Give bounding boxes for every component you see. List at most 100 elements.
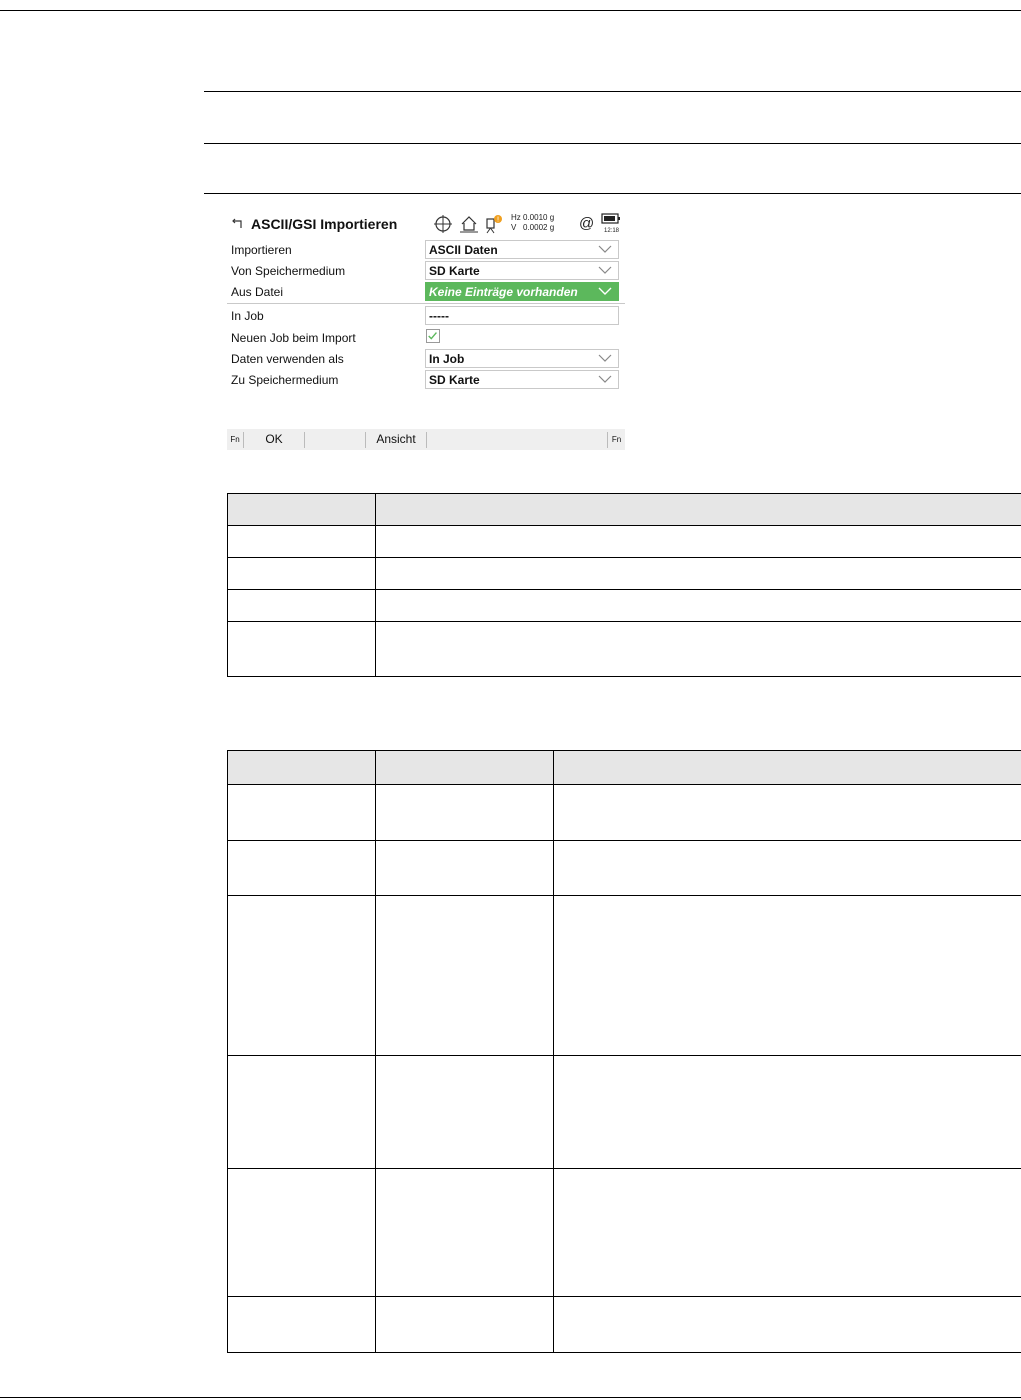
description-table-2 [227, 750, 1021, 1353]
softkey-empty[interactable] [305, 429, 365, 450]
field-separator [227, 303, 625, 304]
hz-angle: Hz 0.0010 g [511, 213, 555, 222]
neuen-job-checkbox[interactable] [426, 329, 440, 343]
table-cell [375, 784, 554, 841]
field-in-job: In Job ----- [227, 306, 625, 327]
field-value: SD Karte [429, 373, 480, 387]
table-cell [553, 1296, 1021, 1353]
table-cell [553, 1055, 1021, 1169]
table-cell [375, 840, 554, 896]
table-cell [375, 895, 554, 1056]
description-table-1 [227, 493, 1021, 677]
table-row [227, 1055, 1021, 1169]
page-title: ASCII/GSI Importieren [251, 216, 398, 232]
table-cell [375, 493, 1021, 526]
table-cell [227, 1168, 376, 1297]
table-cell [227, 840, 376, 896]
clock-time: 12:18 [604, 228, 620, 234]
table-cell [553, 750, 1021, 785]
field-label: Zu Speichermedium [231, 373, 339, 387]
field-label: Aus Datei [231, 285, 284, 299]
table-row [227, 895, 1021, 1056]
field-neuen-job: Neuen Job beim Import [227, 328, 625, 349]
in-job-input[interactable]: ----- [425, 306, 619, 325]
section-rule-1 [204, 91, 1021, 92]
table-cell [227, 557, 376, 590]
table-cell [227, 621, 376, 677]
home-icon[interactable] [459, 214, 479, 234]
table-cell [553, 895, 1021, 1056]
fn-left-key[interactable]: Fn [227, 429, 243, 450]
softkey-divider [426, 432, 427, 448]
chevron-down-icon [598, 354, 612, 362]
checkmark-icon [428, 332, 437, 340]
table-row [227, 589, 1021, 622]
field-label: Neuen Job beim Import [231, 331, 356, 345]
table-row [227, 1296, 1021, 1353]
table-row [227, 557, 1021, 590]
instrument-warning-icon[interactable]: ! [483, 214, 503, 234]
ansicht-button[interactable]: Ansicht [366, 429, 426, 450]
top-rule [0, 10, 1021, 11]
aus-datei-dropdown[interactable]: Keine Einträge vorhanden [425, 282, 619, 301]
zu-speichermedium-dropdown[interactable]: SD Karte [425, 370, 619, 389]
von-speichermedium-dropdown[interactable]: SD Karte [425, 261, 619, 280]
table-row [227, 525, 1021, 558]
field-value: Keine Einträge vorhanden [429, 285, 578, 299]
daten-verwenden-dropdown[interactable]: In Job [425, 349, 619, 368]
table-cell [375, 750, 554, 785]
at-icon[interactable]: @ [579, 215, 594, 232]
field-aus-datei: Aus Datei Keine Einträge vorhanden [227, 282, 625, 303]
field-zu-speichermedium: Zu Speichermedium SD Karte [227, 370, 625, 391]
table-cell [553, 784, 1021, 841]
table-cell [227, 1296, 376, 1353]
v-angle: V 0.0002 g [511, 223, 555, 232]
field-label: In Job [231, 309, 264, 323]
fn-right-key[interactable]: Fn [608, 429, 625, 450]
table-row [227, 1168, 1021, 1297]
table-cell [227, 1055, 376, 1169]
crosshair-icon[interactable] [433, 214, 453, 234]
importieren-dropdown[interactable]: ASCII Daten [425, 240, 619, 259]
ascii-gsi-import-screen: ASCII/GSI Importieren ! Hz 0.0010 g V 0.… [227, 210, 625, 452]
chevron-down-icon [598, 266, 612, 274]
battery-icon [601, 213, 620, 224]
table-cell [227, 525, 376, 558]
table-header-row [227, 750, 1021, 785]
table-cell [375, 589, 1021, 622]
table-row [227, 840, 1021, 896]
table-cell [227, 895, 376, 1056]
table-cell [227, 750, 376, 785]
table-cell [375, 525, 1021, 558]
table-row [227, 621, 1021, 677]
ok-button[interactable]: OK [244, 429, 304, 450]
chevron-down-icon [598, 287, 612, 295]
field-daten-verwenden: Daten verwenden als In Job [227, 349, 625, 370]
table-row [227, 784, 1021, 841]
field-von-speichermedium: Von Speichermedium SD Karte [227, 261, 625, 282]
section-rule-2 [204, 143, 1021, 144]
chevron-down-icon [598, 375, 612, 383]
title-bar: ASCII/GSI Importieren ! Hz 0.0010 g V 0.… [227, 210, 625, 240]
chevron-down-icon [598, 245, 612, 253]
field-value: ASCII Daten [429, 243, 498, 257]
table-cell [553, 840, 1021, 896]
field-label: Daten verwenden als [231, 352, 344, 366]
angle-readout: Hz 0.0010 g V 0.0002 g [511, 213, 554, 233]
back-icon[interactable] [230, 217, 244, 231]
field-label: Von Speichermedium [231, 264, 346, 278]
table-cell [375, 557, 1021, 590]
softkey-bar: Fn OK Ansicht Fn [227, 429, 625, 450]
section-rule-3 [204, 193, 1021, 194]
table-cell [227, 784, 376, 841]
table-cell [375, 1296, 554, 1353]
table-cell [375, 621, 1021, 677]
table-cell [375, 1168, 554, 1297]
table-header-row [227, 493, 1021, 526]
field-label: Importieren [231, 243, 292, 257]
svg-text:!: ! [497, 216, 500, 224]
field-value: In Job [429, 352, 465, 366]
field-importieren: Importieren ASCII Daten [227, 240, 625, 261]
table-cell [227, 493, 376, 526]
table-cell [553, 1168, 1021, 1297]
